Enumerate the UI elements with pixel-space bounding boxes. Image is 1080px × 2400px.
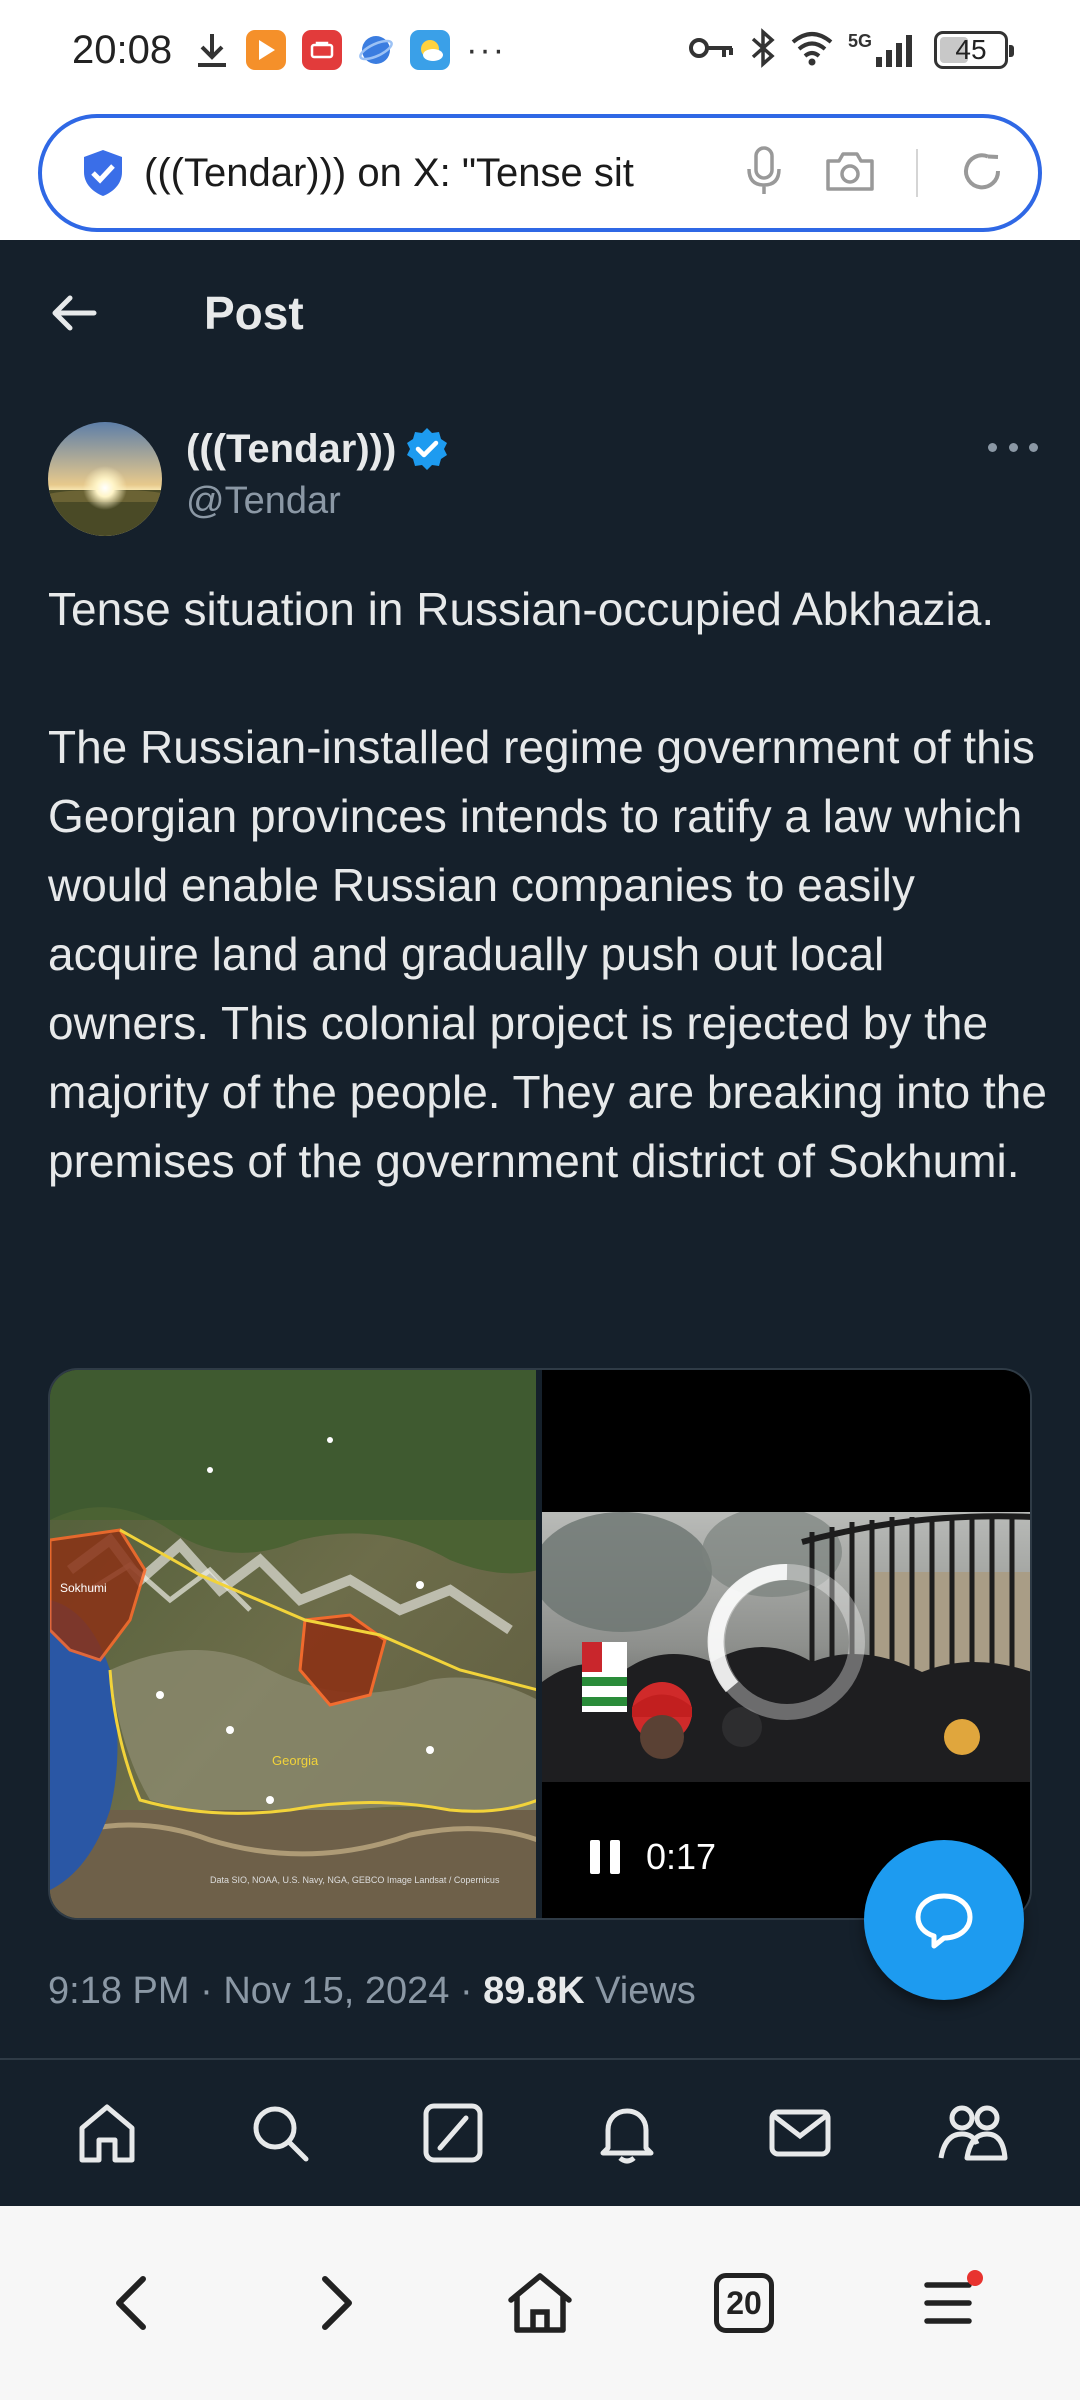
video-player[interactable]: 0:17 (536, 1370, 1030, 1918)
signal-icon: 5G (848, 31, 920, 69)
chat-bubble-icon (915, 1893, 973, 1949)
map-credit: Data SIO, NOAA, U.S. Navy, NGA, GEBCO Im… (210, 1875, 500, 1885)
home-icon (508, 2273, 572, 2333)
browser-home-button[interactable] (485, 2248, 595, 2358)
download-icon (194, 30, 230, 70)
meta-separator: · (459, 1970, 473, 2012)
grok-icon (423, 2103, 483, 2163)
app-bottom-nav (0, 2058, 1080, 2206)
tabs-count: 20 (714, 2273, 774, 2333)
nav-grok[interactable] (403, 2083, 503, 2183)
post-media: Sokhumi Georgia Data SIO, NOAA, U.S. Nav… (48, 1368, 1032, 1920)
address-separator (916, 149, 918, 197)
nav-home[interactable] (57, 2083, 157, 2183)
bluetooth-icon (750, 27, 776, 73)
battery-level: 45 (955, 34, 987, 65)
post-paragraph: Tense situation in Russian-occupied Abkh… (48, 583, 995, 635)
post-header: Post (0, 240, 1080, 385)
bell-icon (600, 2108, 654, 2164)
browser-back-button[interactable] (77, 2248, 187, 2358)
camera-icon[interactable] (824, 149, 876, 198)
post-time[interactable]: 9:18 PM (48, 1970, 190, 2012)
battery-indicator: 45 (934, 31, 1014, 69)
wifi-icon (790, 30, 834, 71)
views-label: Views (595, 1970, 696, 2012)
back-arrow-icon[interactable] (48, 287, 100, 339)
key-icon (688, 33, 736, 68)
menu-icon (924, 2282, 972, 2324)
post-author: (((Tendar))) @Tendar (48, 422, 1038, 542)
avatar[interactable] (48, 422, 162, 536)
nav-notifications[interactable] (577, 2083, 677, 2183)
huawei-app-icon (302, 30, 343, 70)
reload-icon[interactable] (958, 147, 1006, 200)
browser-tabs-button[interactable]: 20 (689, 2248, 799, 2358)
video-thumbnail[interactable] (542, 1512, 1030, 1782)
weather-app-icon (410, 30, 451, 70)
status-time: 20:08 (72, 27, 173, 72)
status-bar: 20:08 ··· 5G 45 (0, 0, 1080, 100)
shield-check-icon[interactable] (80, 148, 126, 198)
more-options-icon[interactable] (988, 432, 1038, 462)
post-date[interactable]: Nov 15, 2024 (223, 1970, 449, 2012)
nav-messages[interactable] (750, 2083, 850, 2183)
home-icon (79, 2104, 135, 2163)
browser-toolbar: (((Tendar))) on X: "Tense sit (0, 100, 1080, 240)
post-meta: 9:18 PM · Nov 15, 2024 · 89.8K Views (48, 1970, 696, 2013)
views-count: 89.8K (483, 1970, 585, 2012)
chevron-right-icon (322, 2276, 352, 2330)
video-app-icon (246, 30, 287, 70)
browser-bottom-bar: 20 (0, 2206, 1080, 2400)
browser-menu-button[interactable] (893, 2248, 1003, 2358)
browser-forward-button[interactable] (281, 2248, 391, 2358)
reply-fab-button[interactable] (864, 1840, 1024, 2000)
microphone-icon[interactable] (744, 145, 784, 202)
page-title: Post (204, 286, 304, 339)
video-controls: 0:17 (590, 1836, 716, 1878)
map-label-region: Georgia (272, 1753, 319, 1768)
pause-icon[interactable] (590, 1840, 620, 1874)
nav-communities[interactable] (923, 2083, 1023, 2183)
mail-icon (769, 2109, 831, 2157)
status-overflow: ··· (466, 30, 507, 69)
nav-search[interactable] (230, 2083, 330, 2183)
map-label-city: Sokhumi (60, 1581, 107, 1595)
search-icon (253, 2106, 309, 2162)
author-name[interactable]: (((Tendar))) (186, 427, 396, 472)
verified-badge-icon (404, 426, 450, 472)
chevron-left-icon (116, 2276, 146, 2330)
browser-app-icon (358, 32, 394, 68)
author-handle[interactable]: @Tendar (186, 480, 450, 523)
post-text: Tense situation in Russian-occupied Abkh… (48, 575, 1048, 1196)
post-paragraph: The Russian-installed regime government … (48, 721, 1047, 1187)
map-image[interactable]: Sokhumi Georgia Data SIO, NOAA, U.S. Nav… (50, 1370, 536, 1918)
meta-separator: · (200, 1970, 213, 2012)
video-time: 0:17 (646, 1836, 717, 1877)
address-text[interactable]: (((Tendar))) on X: "Tense sit (144, 151, 674, 196)
notification-dot (967, 2270, 983, 2286)
address-bar[interactable]: (((Tendar))) on X: "Tense sit (38, 114, 1042, 232)
communities-icon (938, 2105, 1008, 2161)
network-type: 5G (847, 31, 872, 51)
